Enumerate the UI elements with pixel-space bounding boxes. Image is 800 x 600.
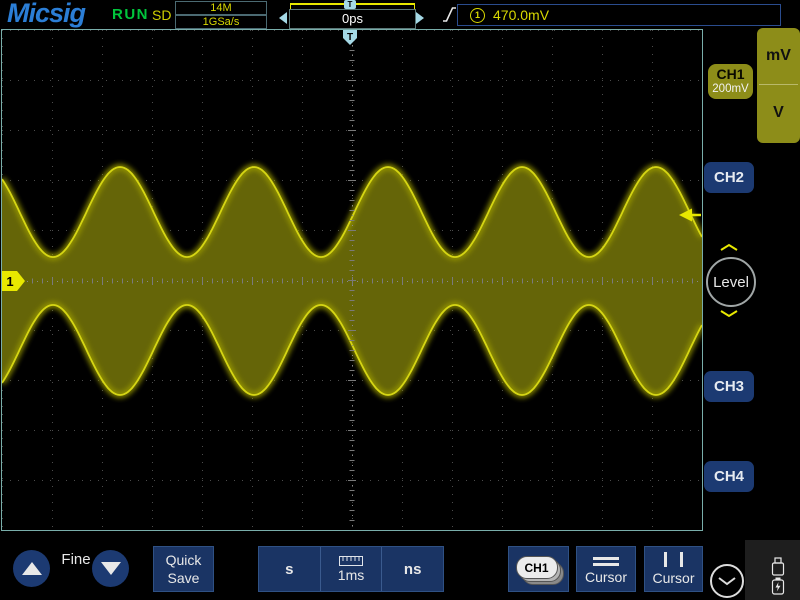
waveform-display[interactable]: T 1 [1, 29, 703, 531]
oscilloscope-screen: Micsig RUN SD 14M 1GSa/s T 0ps 1 470.0mV… [0, 0, 800, 600]
channel1-scale-value: 200mV [712, 83, 748, 96]
channel1-ground-marker-label: 1 [6, 274, 13, 289]
timebase-value: 1ms [338, 567, 364, 583]
level-down-chevron-icon[interactable] [719, 309, 739, 318]
channel-select-button[interactable]: CH1 [508, 546, 569, 592]
timebase-panel: s 1ms ns [258, 546, 444, 592]
run-status[interactable]: RUN [112, 6, 149, 23]
cursor-vertical-label: Cursor [652, 570, 694, 586]
timebase-value-button[interactable]: 1ms [320, 547, 382, 591]
sd-card-indicator: SD [152, 7, 171, 23]
channel1-button[interactable]: CH1 200mV [708, 64, 753, 99]
channel4-button[interactable]: CH4 [704, 461, 754, 492]
trigger-level-value: 470.0mV [493, 7, 549, 23]
unit-mv-button[interactable]: mV [757, 28, 800, 84]
scope-svg: T 1 [2, 30, 702, 530]
trigger-position-flag[interactable]: T [343, 30, 357, 45]
horizontal-position-box[interactable]: 0ps [289, 9, 416, 29]
timebase-nanoseconds-button[interactable]: ns [381, 547, 443, 591]
cursor-vertical-button[interactable]: Cursor [644, 546, 703, 592]
battery-charging-icon [771, 577, 785, 596]
status-corner-panel: 15:17 [745, 540, 800, 600]
unit-v-button[interactable]: V [757, 85, 800, 141]
quick-save-button[interactable]: Quick Save [153, 546, 214, 592]
down-triangle-icon [101, 562, 121, 575]
memory-window-trigger-tag[interactable]: T [344, 0, 356, 9]
vertical-unit-panel: mV V [757, 28, 800, 143]
channel2-button[interactable]: CH2 [704, 162, 754, 193]
fine-adjust-label: Fine [58, 551, 94, 568]
channel-select-card-icon: CH1 [516, 556, 558, 579]
pan-right-icon[interactable] [416, 12, 424, 24]
trigger-source-icon: 1 [470, 8, 485, 23]
usb-icon [771, 557, 785, 577]
up-triangle-icon [22, 562, 42, 575]
timebase-seconds-button[interactable]: s [259, 547, 320, 591]
bottom-toolbar: Fine Quick Save s 1ms ns [0, 540, 800, 600]
horizontal-cursor-icon [593, 554, 619, 566]
adjust-down-button[interactable] [92, 550, 129, 587]
trigger-slope-rising-icon[interactable] [442, 5, 457, 24]
cursor-horizontal-button[interactable]: Cursor [576, 546, 636, 592]
vertical-cursor-icon [664, 552, 683, 567]
brand-logo: Micsig [7, 0, 85, 29]
memory-depth-box[interactable]: 14M [175, 1, 267, 15]
channel3-button[interactable]: CH3 [704, 371, 754, 402]
pan-left-icon[interactable] [279, 12, 287, 24]
level-up-chevron-icon[interactable] [719, 243, 739, 252]
collapse-menu-button[interactable] [710, 564, 744, 598]
trigger-level-knob[interactable]: Level [706, 257, 756, 307]
cursor-horizontal-label: Cursor [585, 569, 627, 585]
chevron-down-icon [717, 576, 737, 586]
channel1-button-label: CH1 [716, 67, 744, 82]
ruler-icon [339, 556, 363, 566]
sample-rate-box[interactable]: 1GSa/s [175, 15, 267, 29]
adjust-up-button[interactable] [13, 550, 50, 587]
trigger-settings-box[interactable]: 1 470.0mV [457, 4, 781, 26]
trigger-position-flag-label: T [347, 32, 353, 43]
